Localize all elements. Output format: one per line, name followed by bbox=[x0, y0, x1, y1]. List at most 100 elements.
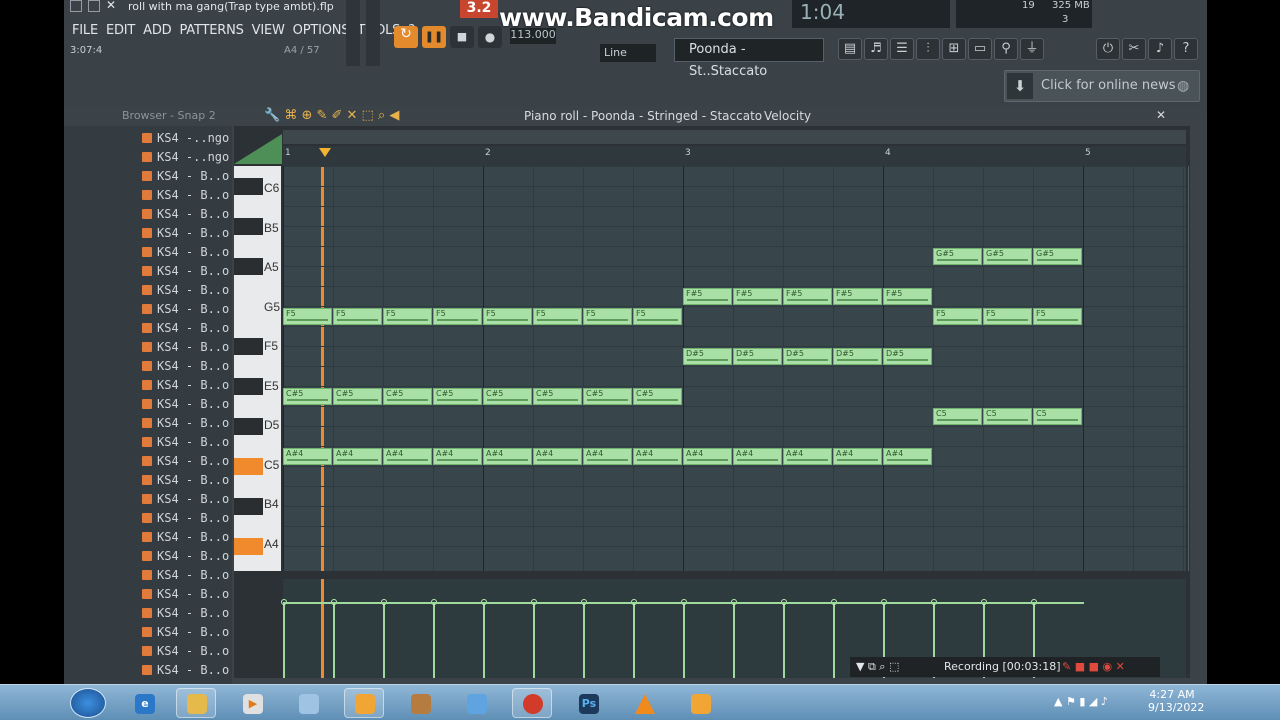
note[interactable]: C#5 bbox=[533, 388, 582, 405]
minimize-icon[interactable] bbox=[70, 0, 82, 12]
note[interactable]: D#5 bbox=[783, 348, 832, 365]
taskbar-bandicam[interactable] bbox=[512, 688, 552, 718]
taskbar-fl[interactable] bbox=[344, 688, 384, 718]
note[interactable]: G#5 bbox=[933, 248, 982, 265]
note[interactable]: A#4 bbox=[383, 448, 432, 465]
mixer-icon[interactable]: ⫶ bbox=[916, 38, 940, 60]
maximize-icon[interactable] bbox=[88, 0, 100, 12]
cpu-icon[interactable]: ⏻ bbox=[1096, 38, 1120, 60]
note[interactable]: A#4 bbox=[883, 448, 932, 465]
velocity-stem[interactable] bbox=[433, 602, 435, 678]
velocity-stem[interactable] bbox=[483, 602, 485, 678]
menu-edit[interactable]: EDIT bbox=[106, 23, 135, 38]
master-pitch-slider[interactable] bbox=[366, 0, 380, 66]
velocity-stem[interactable] bbox=[633, 602, 635, 678]
online-news-panel[interactable]: ⬇ Click for online news ◍ bbox=[1004, 70, 1200, 102]
note[interactable]: A#4 bbox=[683, 448, 732, 465]
black-key[interactable] bbox=[234, 218, 263, 235]
black-key[interactable] bbox=[234, 458, 263, 475]
note[interactable]: C#5 bbox=[283, 388, 332, 405]
note[interactable]: F5 bbox=[283, 308, 332, 325]
note[interactable]: F5 bbox=[333, 308, 382, 325]
stop-button[interactable]: ■ bbox=[450, 26, 474, 48]
velocity-stem[interactable] bbox=[333, 602, 335, 678]
note[interactable]: F5 bbox=[983, 308, 1032, 325]
note[interactable]: D#5 bbox=[733, 348, 782, 365]
menu-options[interactable]: OPTIONS bbox=[293, 23, 350, 38]
note[interactable]: A#4 bbox=[483, 448, 532, 465]
file-icon[interactable]: ▭ bbox=[968, 38, 992, 60]
note[interactable]: D#5 bbox=[883, 348, 932, 365]
note-grid[interactable]: F5 F5 F5 F5 F5 F5 F5 F5 C#5 C#5 C#5 C#5 C#5 C#5 C#5 C#5… bbox=[283, 166, 1186, 571]
pattern-number[interactable]: 3.2 bbox=[460, 0, 498, 18]
note[interactable]: A#4 bbox=[283, 448, 332, 465]
note[interactable]: F#5 bbox=[683, 288, 732, 305]
velocity-stem[interactable] bbox=[383, 602, 385, 678]
playhead-marker[interactable] bbox=[319, 148, 331, 157]
recording-menu-icon[interactable]: ▼ ⧉ ⌕ ⬚ bbox=[856, 657, 899, 677]
note[interactable]: F5 bbox=[433, 308, 482, 325]
note[interactable]: C5 bbox=[933, 408, 982, 425]
loop-icon[interactable]: ↻ bbox=[394, 26, 418, 48]
scroll-bar-top[interactable] bbox=[283, 130, 1186, 144]
velocity-stem[interactable] bbox=[283, 602, 285, 678]
note[interactable]: F#5 bbox=[883, 288, 932, 305]
taskbar-media[interactable]: ▶ bbox=[232, 688, 272, 718]
taskbar-explorer[interactable] bbox=[176, 688, 216, 718]
note[interactable]: G#5 bbox=[983, 248, 1032, 265]
playlist-icon[interactable]: ▤ bbox=[838, 38, 862, 60]
note[interactable]: F5 bbox=[533, 308, 582, 325]
velocity-stem[interactable] bbox=[533, 602, 535, 678]
snap-select[interactable]: Line bbox=[600, 44, 656, 62]
velocity-stem[interactable] bbox=[733, 602, 735, 678]
note[interactable]: F#5 bbox=[783, 288, 832, 305]
start-button[interactable] bbox=[70, 688, 106, 718]
note[interactable]: C#5 bbox=[483, 388, 532, 405]
taskbar-vlc[interactable] bbox=[624, 688, 664, 718]
note[interactable]: C#5 bbox=[433, 388, 482, 405]
help-icon[interactable]: ? bbox=[1174, 38, 1198, 60]
note[interactable]: A#4 bbox=[733, 448, 782, 465]
note[interactable]: D#5 bbox=[833, 348, 882, 365]
note[interactable]: A#4 bbox=[333, 448, 382, 465]
velocity-stem[interactable] bbox=[783, 602, 785, 678]
note[interactable]: C5 bbox=[1033, 408, 1082, 425]
note[interactable]: D#5 bbox=[683, 348, 732, 365]
step-seq-icon[interactable]: ⊞ bbox=[942, 38, 966, 60]
note[interactable]: F5 bbox=[933, 308, 982, 325]
note[interactable]: F5 bbox=[633, 308, 682, 325]
note[interactable]: C#5 bbox=[333, 388, 382, 405]
note[interactable]: C#5 bbox=[383, 388, 432, 405]
master-volume-slider[interactable] bbox=[346, 0, 360, 66]
piano-roll-icon[interactable]: ♬ bbox=[864, 38, 888, 60]
pause-button[interactable]: ❚❚ bbox=[422, 26, 446, 48]
menu-file[interactable]: FILE bbox=[72, 23, 98, 38]
velocity-stem[interactable] bbox=[683, 602, 685, 678]
snap-corner-icon[interactable] bbox=[234, 134, 282, 164]
menu-view[interactable]: VIEW bbox=[252, 23, 285, 38]
note[interactable]: C#5 bbox=[583, 388, 632, 405]
note[interactable]: C5 bbox=[983, 408, 1032, 425]
taskbar-monkey[interactable] bbox=[400, 688, 440, 718]
taskbar-tools[interactable] bbox=[456, 688, 496, 718]
black-key[interactable] bbox=[234, 178, 263, 195]
velocity-target[interactable]: Velocity bbox=[764, 109, 811, 123]
note[interactable]: A#4 bbox=[783, 448, 832, 465]
note[interactable]: F5 bbox=[483, 308, 532, 325]
velocity-stem[interactable] bbox=[833, 602, 835, 678]
note[interactable]: G#5 bbox=[1033, 248, 1082, 265]
taskbar-app[interactable] bbox=[288, 688, 328, 718]
plug-icon[interactable]: ⏚ bbox=[1020, 38, 1044, 60]
velocity-stem[interactable] bbox=[583, 602, 585, 678]
note[interactable]: A#4 bbox=[633, 448, 682, 465]
taskbar-ie[interactable]: e bbox=[124, 688, 164, 718]
taskbar-photoshop[interactable]: Ps bbox=[568, 688, 608, 718]
clock[interactable]: 4:27 AM 9/13/2022 bbox=[1148, 688, 1204, 714]
mic-icon[interactable]: ♪ bbox=[1148, 38, 1172, 60]
tray-icons[interactable]: ▲ ⚑ ▮ ◢ ♪ bbox=[1054, 695, 1108, 708]
piano-keyboard[interactable]: C6B5A5G5F5E5D5C5B4A4G4F4 bbox=[234, 166, 281, 571]
plugin-icon[interactable]: ⚲ bbox=[994, 38, 1018, 60]
black-key[interactable] bbox=[234, 338, 263, 355]
recording-controls-icon[interactable]: ✎ ■ ■ ◉ ✕ bbox=[1062, 657, 1125, 677]
channel-selector[interactable]: Poonda - St..Staccato bbox=[674, 38, 824, 79]
